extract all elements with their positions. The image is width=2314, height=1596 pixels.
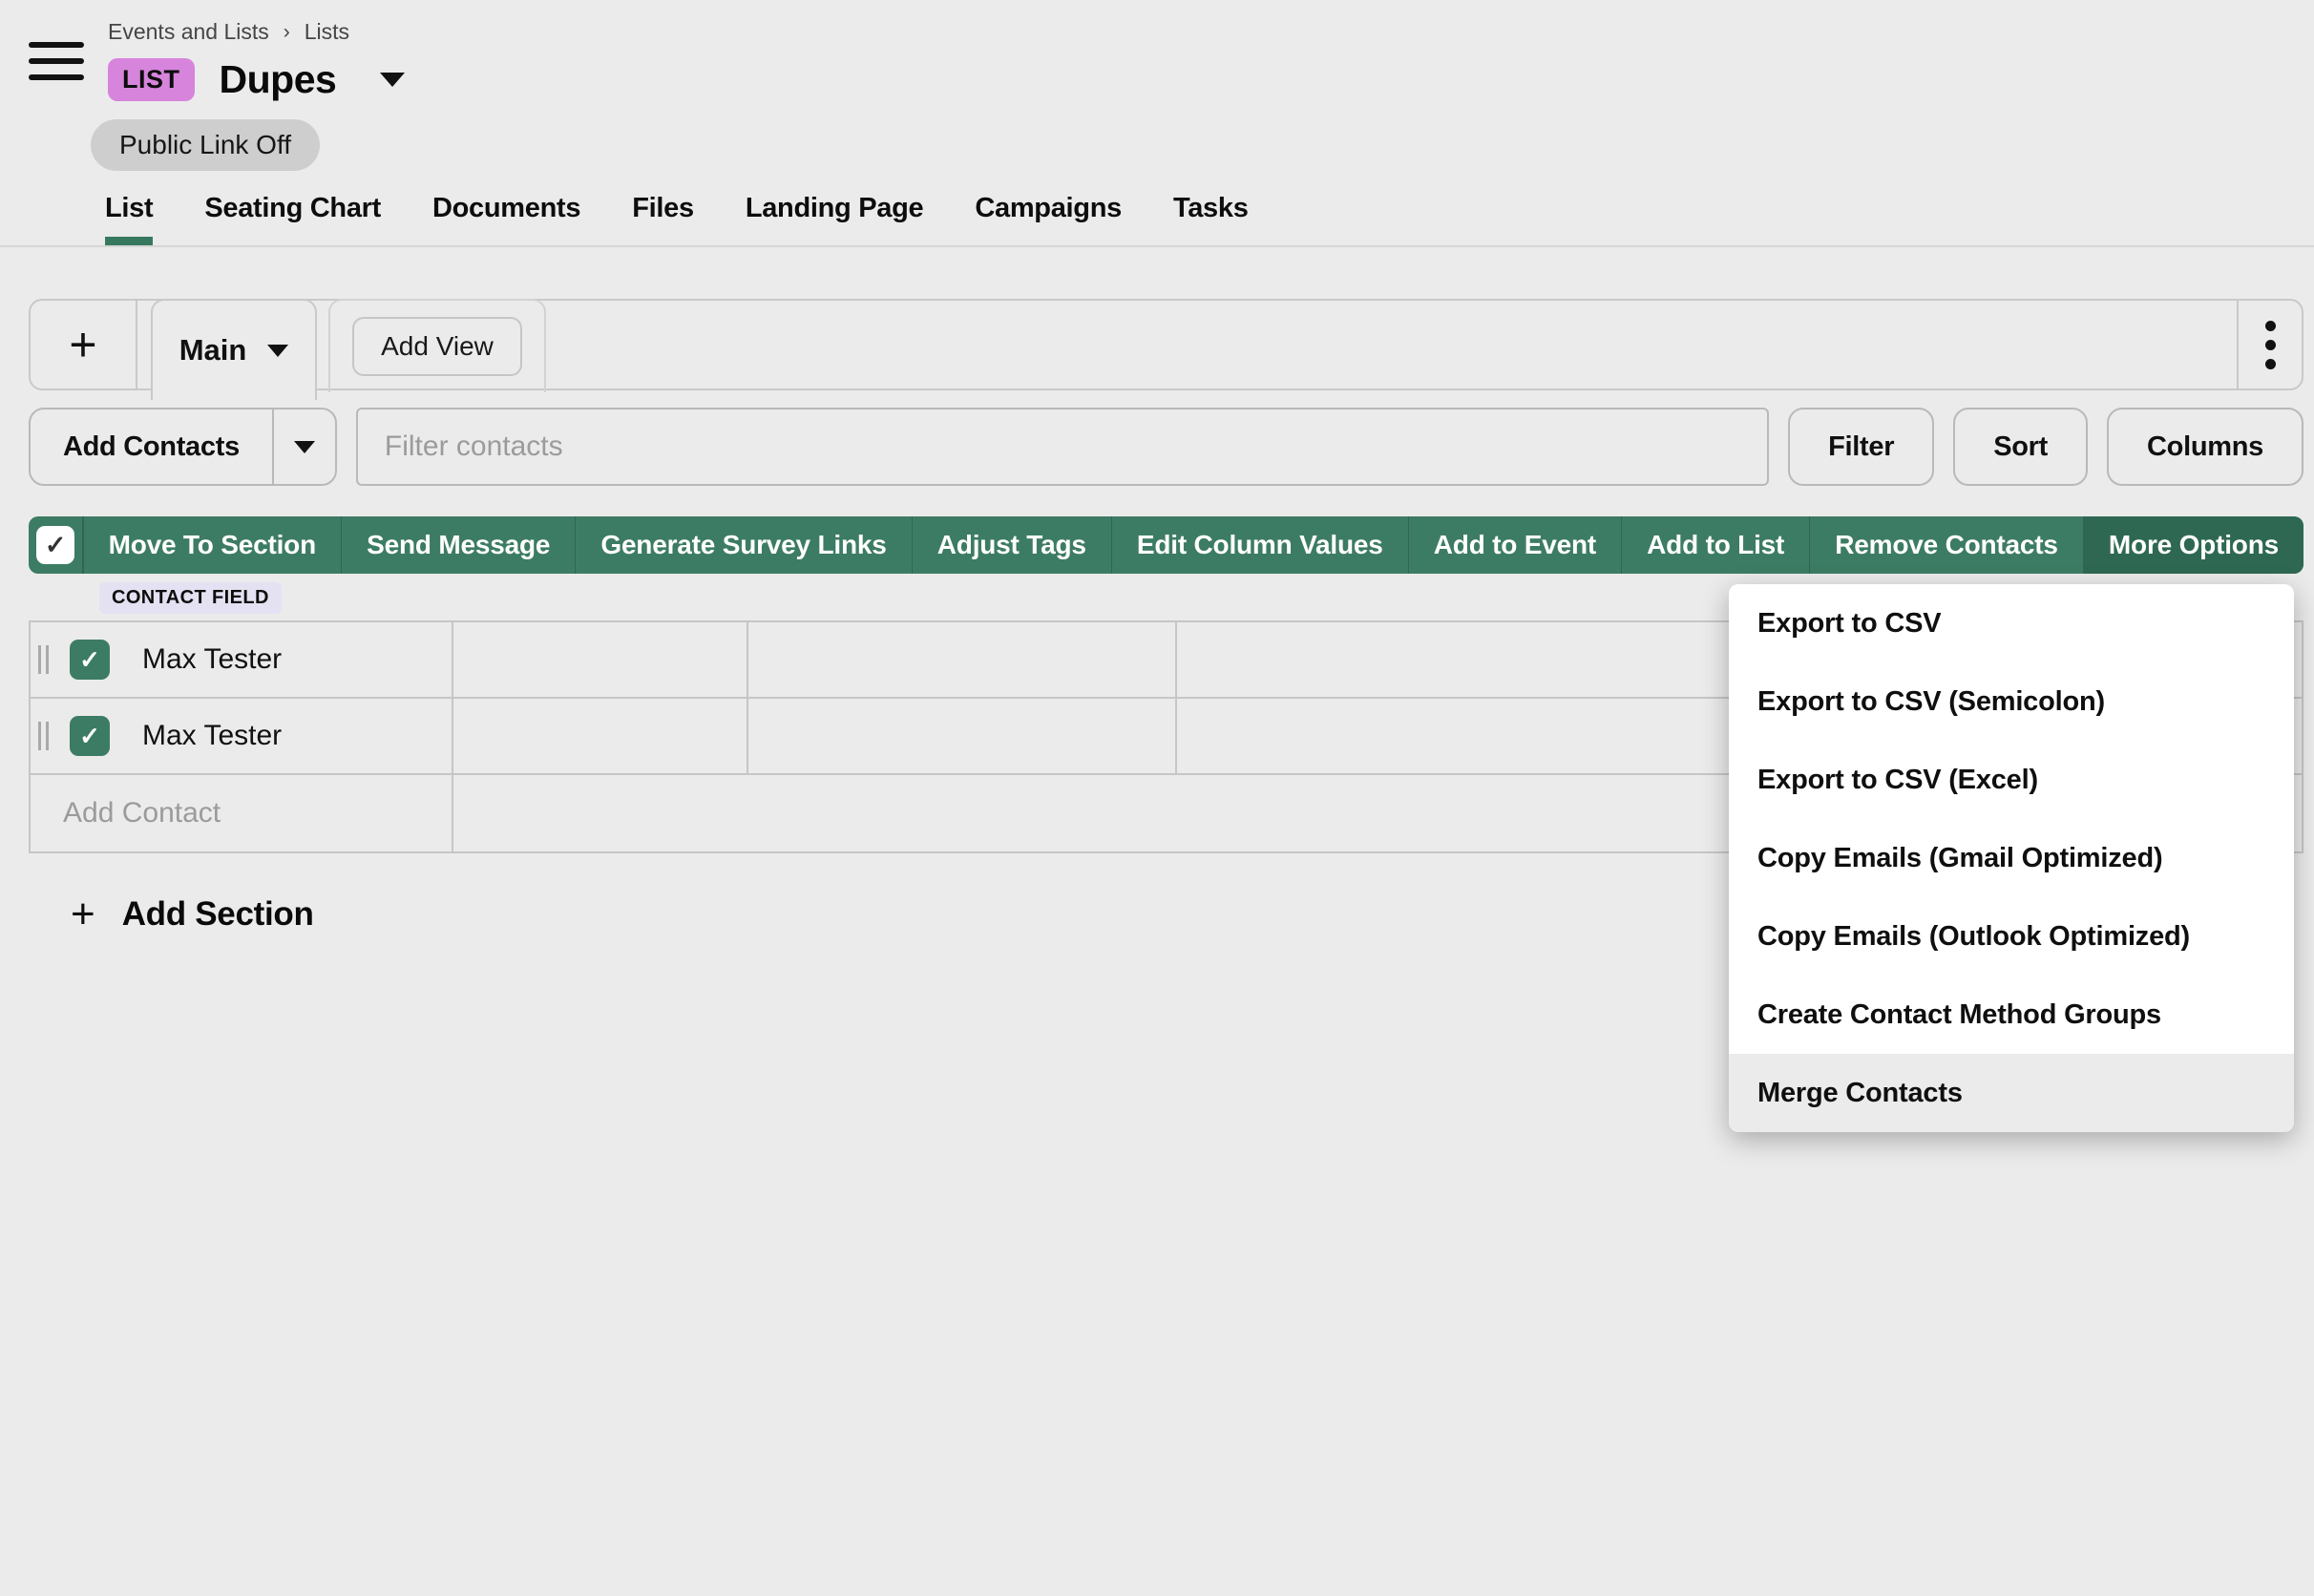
menu-item-export-csv[interactable]: Export to CSV xyxy=(1729,584,2294,662)
select-all-checkbox[interactable]: ✓ xyxy=(36,526,74,564)
hamburger-menu-icon[interactable] xyxy=(29,42,84,80)
row-checkbox[interactable]: ✓ xyxy=(70,716,110,756)
empty-cell[interactable] xyxy=(453,699,748,773)
contact-name-cell[interactable]: ✓ Max Tester xyxy=(31,622,453,697)
add-contacts-split-button[interactable]: Add Contacts xyxy=(29,408,337,486)
views-bar-spacer xyxy=(546,301,2237,388)
add-contacts-button[interactable]: Add Contacts xyxy=(31,410,272,484)
add-contacts-dropdown-button[interactable] xyxy=(274,410,335,484)
page-title: Dupes xyxy=(220,57,337,102)
action-add-to-list[interactable]: Add to List xyxy=(1622,516,1809,574)
filter-contacts-input[interactable] xyxy=(356,408,1769,486)
empty-cell[interactable] xyxy=(748,622,1177,697)
action-edit-column-values[interactable]: Edit Column Values xyxy=(1112,516,1408,574)
action-send-message[interactable]: Send Message xyxy=(342,516,575,574)
tab-files[interactable]: Files xyxy=(632,193,694,245)
caret-down-icon xyxy=(294,441,315,453)
sort-button[interactable]: Sort xyxy=(1953,408,2088,486)
breadcrumb: Events and Lists › Lists xyxy=(108,19,2314,45)
select-all-cell: ✓ xyxy=(29,516,82,574)
header-divider xyxy=(0,245,2314,247)
add-view-plus-icon[interactable]: + xyxy=(31,301,137,388)
menu-item-merge-contacts[interactable]: Merge Contacts xyxy=(1729,1054,2294,1132)
action-adjust-tags[interactable]: Adjust Tags xyxy=(913,516,1111,574)
breadcrumb-events-and-lists[interactable]: Events and Lists xyxy=(108,19,269,45)
add-contact-placeholder: Add Contact xyxy=(63,797,221,830)
menu-item-export-csv-semicolon[interactable]: Export to CSV (Semicolon) xyxy=(1729,662,2294,741)
action-move-to-section[interactable]: Move To Section xyxy=(84,516,341,574)
empty-cell[interactable] xyxy=(748,699,1177,773)
contact-name: Max Tester xyxy=(142,720,282,752)
filter-button[interactable]: Filter xyxy=(1788,408,1934,486)
menu-item-copy-emails-gmail[interactable]: Copy Emails (Gmail Optimized) xyxy=(1729,819,2294,897)
section-tabs: List Seating Chart Documents Files Landi… xyxy=(105,193,2314,245)
breadcrumb-lists[interactable]: Lists xyxy=(305,19,349,45)
more-options-dropdown-menu: Export to CSV Export to CSV (Semicolon) … xyxy=(1729,584,2294,1132)
plus-icon: + xyxy=(71,893,95,935)
view-tab-main[interactable]: Main xyxy=(151,299,317,400)
contact-name-cell[interactable]: ✓ Max Tester xyxy=(31,699,453,773)
tab-seating-chart[interactable]: Seating Chart xyxy=(204,193,381,245)
action-add-to-event[interactable]: Add to Event xyxy=(1409,516,1621,574)
row-checkbox[interactable]: ✓ xyxy=(70,640,110,680)
action-more-options[interactable]: More Options xyxy=(2084,516,2303,574)
views-overflow-menu-button[interactable] xyxy=(2237,301,2302,388)
add-view-button[interactable]: Add View xyxy=(352,317,522,376)
public-link-toggle[interactable]: Public Link Off xyxy=(91,119,320,171)
columns-button[interactable]: Columns xyxy=(2107,408,2303,486)
contact-name: Max Tester xyxy=(142,643,282,676)
add-contact-cell[interactable]: Add Contact xyxy=(31,775,453,851)
bulk-action-bar: ✓ Move To Section Send Message Generate … xyxy=(29,516,2303,574)
tab-landing-page[interactable]: Landing Page xyxy=(746,193,924,245)
tab-documents[interactable]: Documents xyxy=(432,193,580,245)
tab-list[interactable]: List xyxy=(105,193,153,245)
breadcrumb-separator-icon: › xyxy=(284,21,290,44)
add-view-slot: Add View xyxy=(328,299,546,392)
action-generate-survey-links[interactable]: Generate Survey Links xyxy=(576,516,911,574)
page-header: Events and Lists › Lists LIST Dupes Publ… xyxy=(0,0,2314,245)
column-header-contact-field: CONTACT FIELD xyxy=(99,582,282,614)
menu-item-create-contact-method-groups[interactable]: Create Contact Method Groups xyxy=(1729,976,2294,1054)
drag-handle-icon[interactable] xyxy=(38,645,49,674)
drag-handle-icon[interactable] xyxy=(38,722,49,750)
menu-item-copy-emails-outlook[interactable]: Copy Emails (Outlook Optimized) xyxy=(1729,897,2294,976)
view-tab-main-label: Main xyxy=(179,333,247,368)
tab-campaigns[interactable]: Campaigns xyxy=(975,193,1122,245)
list-type-badge: LIST xyxy=(108,58,195,101)
views-bar: + Main Add View xyxy=(29,299,2303,390)
contacts-toolbar: Add Contacts Filter Sort Columns xyxy=(29,408,2303,486)
action-remove-contacts[interactable]: Remove Contacts xyxy=(1810,516,2083,574)
kebab-menu-icon xyxy=(2265,321,2276,369)
add-section-label: Add Section xyxy=(122,895,314,934)
menu-item-export-csv-excel[interactable]: Export to CSV (Excel) xyxy=(1729,741,2294,819)
title-dropdown-caret-icon[interactable] xyxy=(380,73,405,87)
tab-tasks[interactable]: Tasks xyxy=(1173,193,1249,245)
view-dropdown-caret-icon[interactable] xyxy=(267,345,288,357)
empty-cell[interactable] xyxy=(453,622,748,697)
